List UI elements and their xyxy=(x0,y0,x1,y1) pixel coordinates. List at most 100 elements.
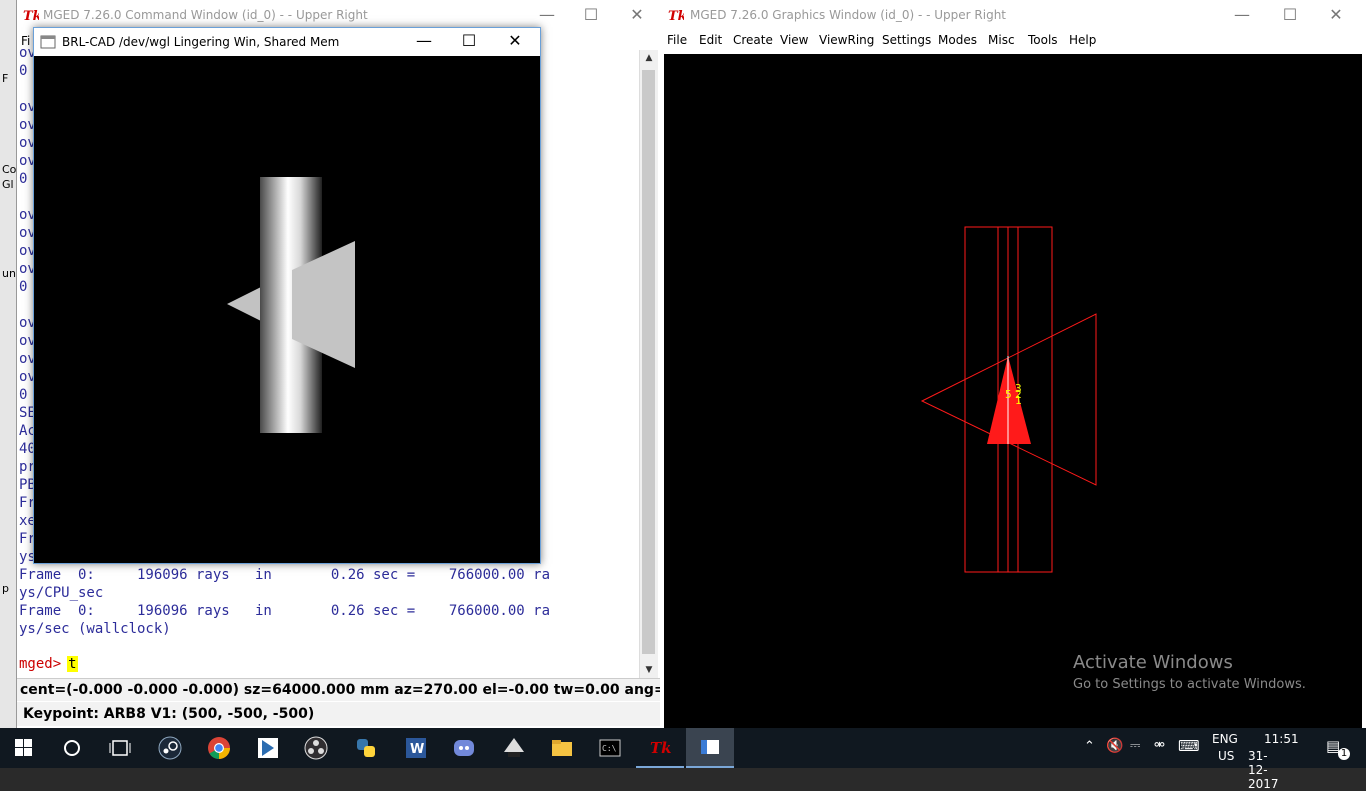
menu-modes[interactable]: Modes xyxy=(938,33,977,47)
maximize-button[interactable]: ☐ xyxy=(449,30,489,52)
chrome-icon xyxy=(208,737,230,759)
language-bottom[interactable]: US xyxy=(1218,749,1234,763)
tray-chevron-up-icon[interactable]: ⌃ xyxy=(1084,739,1095,754)
svg-text:Tk: Tk xyxy=(668,9,684,23)
clock-time[interactable]: 11:51 xyxy=(1264,732,1299,746)
graphics-menubar: File Edit Create View ViewRing Settings … xyxy=(660,30,1366,52)
explorer-button[interactable] xyxy=(538,728,586,768)
start-button[interactable] xyxy=(0,728,48,768)
inkscape-icon xyxy=(504,738,524,757)
window-app-icon xyxy=(701,740,719,754)
menu-create[interactable]: Create xyxy=(733,33,773,47)
language-top[interactable]: ENG xyxy=(1212,732,1238,746)
desktop-fragment: F xyxy=(2,72,9,85)
task-view-icon xyxy=(109,740,131,756)
graphics-window-titlebar[interactable]: Tk MGED 7.26.0 Graphics Window (id_0) - … xyxy=(660,0,1366,30)
output-line: Frame 0: 196096 rays in 0.26 sec = 76600… xyxy=(19,603,551,619)
menu-settings[interactable]: Settings xyxy=(882,33,931,47)
task-view-button[interactable] xyxy=(96,728,144,768)
menu-help[interactable]: Help xyxy=(1069,33,1096,47)
raytrace-window-titlebar[interactable]: BRL-CAD /dev/wgl Lingering Win, Shared M… xyxy=(34,28,540,56)
desktop-fragment: p xyxy=(2,582,9,595)
activate-windows-subtitle: Go to Settings to activate Windows. xyxy=(1073,677,1306,692)
python-button[interactable] xyxy=(342,728,390,768)
svg-text:C:\: C:\ xyxy=(602,744,617,753)
raytrace-render xyxy=(34,56,538,561)
minimize-button[interactable]: — xyxy=(404,30,444,52)
command-input[interactable]: t xyxy=(67,656,78,672)
window-title: BRL-CAD /dev/wgl Lingering Win, Shared M… xyxy=(62,35,340,49)
view-status-line: cent=(-0.000 -0.000 -0.000) sz=64000.000… xyxy=(17,678,664,701)
close-button[interactable]: ✕ xyxy=(495,30,535,52)
cmd-icon: C:\ xyxy=(599,739,621,757)
explorer-icon xyxy=(552,740,572,756)
obs-button[interactable] xyxy=(292,728,340,768)
prompt-label: mged> xyxy=(19,656,62,672)
minimize-button[interactable]: — xyxy=(527,4,567,26)
taskbar: W C:\ Tk ⌃ 🔇 ⎓ ⚮ ⌨ ENG US 11:51 31-12-20… xyxy=(0,728,1366,791)
output-line: ys/sec (wallclock) xyxy=(19,621,171,637)
discord-icon xyxy=(454,740,474,756)
activate-windows-title: Activate Windows xyxy=(1073,652,1233,673)
tk-feather-icon: Tk xyxy=(23,9,39,23)
mged-tk-button[interactable]: Tk xyxy=(636,728,684,768)
wireframe-canvas[interactable]: 5 3 2 1 xyxy=(664,54,1362,728)
word-button[interactable]: W xyxy=(392,728,440,768)
brlcad-window-button[interactable] xyxy=(686,728,734,768)
steam-button[interactable] xyxy=(146,728,194,768)
chrome-button[interactable] xyxy=(195,728,243,768)
obs-icon xyxy=(304,736,328,760)
scroll-thumb[interactable] xyxy=(642,70,655,654)
clock-date[interactable]: 31-12-2017 xyxy=(1248,749,1279,791)
cortana-button[interactable] xyxy=(48,728,96,768)
vscode-icon xyxy=(258,738,278,758)
window-title: MGED 7.26.0 Graphics Window (id_0) - - U… xyxy=(690,8,1007,22)
output-line: ys/CPU_sec xyxy=(19,585,104,601)
graphics-window[interactable]: Tk MGED 7.26.0 Graphics Window (id_0) - … xyxy=(660,0,1366,728)
axis-label: 1 xyxy=(1015,394,1022,407)
windows-start-icon xyxy=(15,739,32,756)
minimize-button[interactable]: — xyxy=(1222,4,1262,26)
menu-misc[interactable]: Misc xyxy=(988,33,1015,47)
svg-text:W: W xyxy=(410,742,424,757)
vscode-button[interactable] xyxy=(244,728,292,768)
close-button[interactable]: ✕ xyxy=(617,4,657,26)
scrollbar[interactable]: ▲ ▼ xyxy=(639,50,658,678)
menu-tools[interactable]: Tools xyxy=(1028,33,1058,47)
command-prompt[interactable]: mged> t xyxy=(19,656,78,672)
command-window-titlebar[interactable]: Tk MGED 7.26.0 Command Window (id_0) - -… xyxy=(17,0,661,30)
close-button[interactable]: ✕ xyxy=(1316,4,1356,26)
wireframe-view: 5 3 2 1 xyxy=(920,226,1097,573)
word-icon: W xyxy=(406,738,426,758)
output-line: Frame 0: 196096 rays in 0.26 sec = 76600… xyxy=(19,567,551,583)
maximize-button[interactable]: ☐ xyxy=(571,4,611,26)
volume-muted-icon[interactable]: 🔇 xyxy=(1106,738,1123,754)
desktop-fragment: Co xyxy=(2,163,17,176)
window-title: MGED 7.26.0 Command Window (id_0) - - Up… xyxy=(43,8,368,22)
steam-icon xyxy=(158,736,182,760)
python-icon xyxy=(357,739,375,757)
desktop-fragment: un xyxy=(2,267,16,280)
desktop-fragment: Gl xyxy=(2,178,14,191)
scroll-up-arrow-icon[interactable]: ▲ xyxy=(640,50,658,66)
keyboard-icon[interactable]: ⌨ xyxy=(1178,737,1200,755)
cortana-icon xyxy=(64,740,80,756)
maximize-button[interactable]: ☐ xyxy=(1270,4,1310,26)
tk-feather-icon: Tk xyxy=(668,9,684,23)
notification-badge: 1 xyxy=(1338,748,1350,760)
scroll-down-arrow-icon[interactable]: ▼ xyxy=(640,662,658,678)
cmd-button[interactable]: C:\ xyxy=(586,728,634,768)
power-icon[interactable]: ⎓ xyxy=(1130,738,1140,753)
svg-text:Tk: Tk xyxy=(23,9,39,23)
menu-file[interactable]: File xyxy=(667,33,687,47)
tk-feather-icon: Tk xyxy=(650,739,672,757)
menu-view[interactable]: View xyxy=(780,33,808,47)
svg-text:Tk: Tk xyxy=(650,739,672,757)
menu-edit[interactable]: Edit xyxy=(699,33,722,47)
axis-label: 5 xyxy=(1005,388,1012,401)
wifi-icon[interactable]: ⚮ xyxy=(1154,738,1165,753)
raytrace-window[interactable]: BRL-CAD /dev/wgl Lingering Win, Shared M… xyxy=(33,27,541,564)
menu-viewring[interactable]: ViewRing xyxy=(819,33,874,47)
inkscape-button[interactable] xyxy=(490,728,538,768)
discord-button[interactable] xyxy=(440,728,488,768)
